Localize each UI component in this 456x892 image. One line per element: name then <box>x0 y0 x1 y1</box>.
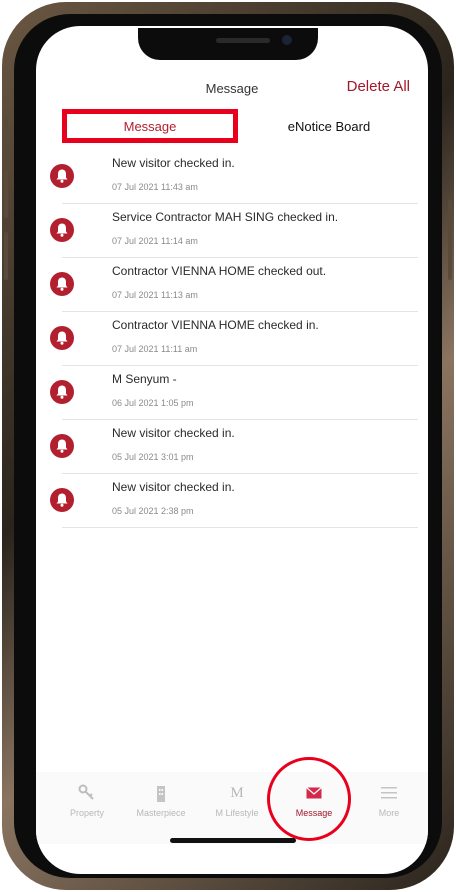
message-timestamp: 05 Jul 2021 2:38 pm <box>112 506 194 516</box>
bell-icon <box>50 380 74 404</box>
building-icon <box>126 782 196 804</box>
tab-property-label: Property <box>69 808 104 818</box>
highlight-circle <box>267 757 351 841</box>
divider <box>62 527 418 528</box>
tab-masterpiece-label: Masterpiece <box>136 808 186 818</box>
power-button <box>448 200 452 280</box>
key-icon <box>52 782 122 804</box>
bell-icon <box>50 164 74 188</box>
list-item[interactable]: New visitor checked in. 05 Jul 2021 3:01… <box>36 420 428 474</box>
tab-more-label: More <box>378 808 400 818</box>
message-timestamp: 07 Jul 2021 11:13 am <box>112 290 198 300</box>
delete-all-button[interactable]: Delete All <box>347 78 410 95</box>
home-indicator[interactable] <box>170 838 296 843</box>
menu-icon <box>354 782 424 804</box>
message-timestamp: 07 Jul 2021 11:14 am <box>112 236 198 246</box>
message-timestamp: 07 Jul 2021 11:43 am <box>112 182 198 192</box>
bell-icon <box>50 218 74 242</box>
segment-tabs: Message eNotice Board <box>36 106 428 146</box>
message-timestamp: 06 Jul 2021 1:05 pm <box>112 398 194 408</box>
message-title: New visitor checked in. <box>112 426 235 440</box>
bell-icon <box>50 434 74 458</box>
tab-more[interactable]: More <box>354 782 424 832</box>
message-list: New visitor checked in. 07 Jul 2021 11:4… <box>36 150 428 528</box>
list-item[interactable]: New visitor checked in. 07 Jul 2021 11:4… <box>36 150 428 204</box>
list-item[interactable]: M Senyum - 06 Jul 2021 1:05 pm <box>36 366 428 420</box>
list-item[interactable]: Contractor VIENNA HOME checked in. 07 Ju… <box>36 312 428 366</box>
tab-enotice-board[interactable]: eNotice Board <box>254 109 404 143</box>
list-item[interactable]: New visitor checked in. 05 Jul 2021 2:38… <box>36 474 428 528</box>
list-item[interactable]: Contractor VIENNA HOME checked out. 07 J… <box>36 258 428 312</box>
bottom-tab-bar: Property Masterpiece M M Lifestyle Messa… <box>36 772 428 844</box>
tab-m-lifestyle-label: M Lifestyle <box>215 808 259 818</box>
message-title: Service Contractor MAH SING checked in. <box>112 210 339 224</box>
message-title: Contractor VIENNA HOME checked out. <box>112 264 327 278</box>
message-title: New visitor checked in. <box>112 156 235 170</box>
tab-property[interactable]: Property <box>52 782 122 832</box>
list-item[interactable]: Service Contractor MAH SING checked in. … <box>36 204 428 258</box>
message-title: M Senyum - <box>112 372 177 386</box>
bell-icon <box>50 272 74 296</box>
message-timestamp: 05 Jul 2021 3:01 pm <box>112 452 194 462</box>
message-timestamp: 07 Jul 2021 11:11 am <box>112 344 198 354</box>
volume-down-button <box>4 232 8 280</box>
notch <box>138 28 318 60</box>
tab-masterpiece[interactable]: Masterpiece <box>126 782 196 832</box>
bell-icon <box>50 488 74 512</box>
bell-icon <box>50 326 74 350</box>
mute-switch <box>4 118 8 144</box>
speaker <box>216 38 270 43</box>
tab-m-lifestyle[interactable]: M M Lifestyle <box>202 782 272 832</box>
message-title: Contractor VIENNA HOME checked in. <box>112 318 319 332</box>
tab-message[interactable]: Message <box>62 109 238 143</box>
volume-up-button <box>4 170 8 218</box>
m-lifestyle-logo: M <box>230 784 244 801</box>
front-camera <box>282 35 292 45</box>
app-screen: Message Delete All Message eNotice Board… <box>36 26 428 874</box>
message-title: New visitor checked in. <box>112 480 235 494</box>
